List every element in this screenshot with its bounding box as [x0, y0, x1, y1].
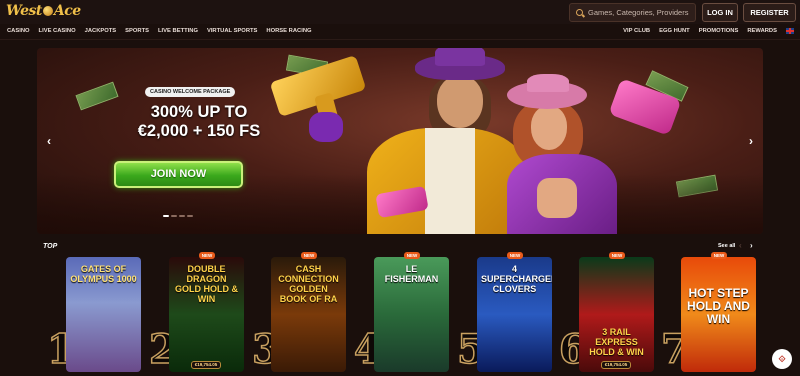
game-tile-supercharged-clovers[interactable]: 4 SUPERCHARGED CLOVERS	[477, 257, 552, 372]
nav-item-sports[interactable]: SPORTS	[125, 28, 149, 34]
main-nav: CASINO LIVE CASINO JACKPOTS SPORTS LIVE …	[0, 25, 800, 40]
carousel-dot[interactable]	[187, 215, 193, 217]
cowgirl-face	[531, 106, 567, 150]
game-title: CASH CONNECTION GOLDEN BOOK OF RA	[278, 264, 339, 304]
new-badge: NEW	[711, 252, 727, 259]
section-title-top: TOP	[43, 243, 58, 250]
logo-text-west: West	[6, 3, 42, 19]
headline-line-1: 300% UP TO	[150, 103, 248, 121]
carousel-dot[interactable]	[171, 215, 177, 217]
headline-line-2: €2,000 + 150 FS	[137, 122, 261, 140]
new-badge: NEW	[199, 252, 215, 259]
game-title: GATES OF OLYMPUS 1000	[70, 264, 137, 284]
nav-item-vip-club[interactable]: VIP CLUB	[623, 28, 650, 34]
cowboy-hat-crown	[435, 48, 485, 66]
see-all-link[interactable]: See all	[718, 243, 735, 249]
banner-next-icon[interactable]: ›	[749, 134, 753, 148]
banner-prev-icon[interactable]: ‹	[47, 134, 51, 148]
game-title: LE FISHERMAN	[384, 264, 439, 284]
jackpot-amount: €19,754.05	[191, 361, 221, 369]
nav-item-horse-racing[interactable]: HORSE RACING	[266, 28, 311, 34]
game-tile-cash-connection[interactable]: CASH CONNECTION GOLDEN BOOK OF RA	[271, 257, 346, 372]
nav-right: VIP CLUB EGG HUNT PROMOTIONS REWARDS	[623, 28, 794, 34]
nav-item-promotions[interactable]: PROMOTIONS	[699, 28, 739, 34]
search-icon	[576, 9, 583, 16]
cowgirl-torso	[537, 178, 577, 218]
nav-left: CASINO LIVE CASINO JACKPOTS SPORTS LIVE …	[7, 28, 312, 34]
chevron-left-icon[interactable]: ‹	[739, 241, 742, 250]
nav-item-virtual-sports[interactable]: VIRTUAL SPORTS	[207, 28, 257, 34]
jackpot-amount: €19,754.05	[601, 361, 631, 369]
money-bill-icon	[75, 81, 119, 111]
nav-item-live-betting[interactable]: LIVE BETTING	[158, 28, 198, 34]
new-badge: NEW	[609, 252, 625, 259]
game-title: DOUBLE DRAGON GOLD HOLD & WIN	[175, 264, 238, 304]
carousel-dot[interactable]	[179, 215, 185, 217]
carousel-dot[interactable]	[163, 215, 169, 217]
nav-item-jackpots[interactable]: JACKPOTS	[85, 28, 117, 34]
carousel-dots	[163, 215, 193, 217]
chevron-right-icon[interactable]: ›	[750, 241, 753, 250]
game-tile-hot-step[interactable]: HOT STEP HOLD AND WIN	[681, 257, 756, 372]
cowboy-shirt	[425, 128, 475, 234]
nav-item-egg-hunt[interactable]: EGG HUNT	[659, 28, 690, 34]
new-badge: NEW	[507, 252, 523, 259]
uk-flag-icon[interactable]	[786, 28, 794, 34]
new-badge: NEW	[404, 252, 420, 259]
search-input[interactable]: Games, Categories, Providers	[569, 3, 696, 22]
game-title: 3 RAIL EXPRESS HOLD & WIN	[589, 327, 644, 357]
nav-item-casino[interactable]: CASINO	[7, 28, 30, 34]
cowboy-face	[437, 76, 483, 128]
login-button[interactable]: LOG IN	[702, 3, 738, 22]
game-tile-gates-of-olympus[interactable]: GATES OF OLYMPUS 1000	[66, 257, 141, 372]
game-title: 4 SUPERCHARGED CLOVERS	[481, 264, 552, 294]
register-button[interactable]: REGISTER	[743, 3, 796, 22]
ball-icon	[42, 6, 53, 16]
pdf-icon[interactable]: ⟐	[772, 349, 792, 369]
nav-item-live-casino[interactable]: LIVE CASINO	[39, 28, 76, 34]
promo-tag: CASINO WELCOME PACKAGE	[145, 87, 236, 97]
game-tile-le-fisherman[interactable]: LE FISHERMAN	[374, 257, 449, 372]
promo-headline: 300% UP TO €2,000 + 150 FS	[129, 103, 269, 141]
nav-item-rewards[interactable]: REWARDS	[747, 28, 777, 34]
top-header: West Ace Games, Categories, Providers LOG…	[0, 0, 800, 24]
logo-text-ace: Ace	[53, 3, 81, 19]
join-now-button[interactable]: JOIN NOW	[114, 161, 243, 188]
hero-banner[interactable]: CASINO WELCOME PACKAGE 300% UP TO €2,000…	[37, 48, 763, 234]
game-title: HOT STEP HOLD AND WIN	[687, 286, 750, 326]
cowgirl-hat-crown	[527, 74, 569, 92]
glove-icon	[309, 112, 343, 142]
westace-logo[interactable]: West Ace	[6, 3, 81, 19]
search-placeholder: Games, Categories, Providers	[588, 8, 689, 17]
game-tile-double-dragon-gold[interactable]: DOUBLE DRAGON GOLD HOLD & WIN	[169, 257, 244, 372]
game-tile-3-rail-express[interactable]: 3 RAIL EXPRESS HOLD & WIN	[579, 257, 654, 372]
new-badge: NEW	[301, 252, 317, 259]
